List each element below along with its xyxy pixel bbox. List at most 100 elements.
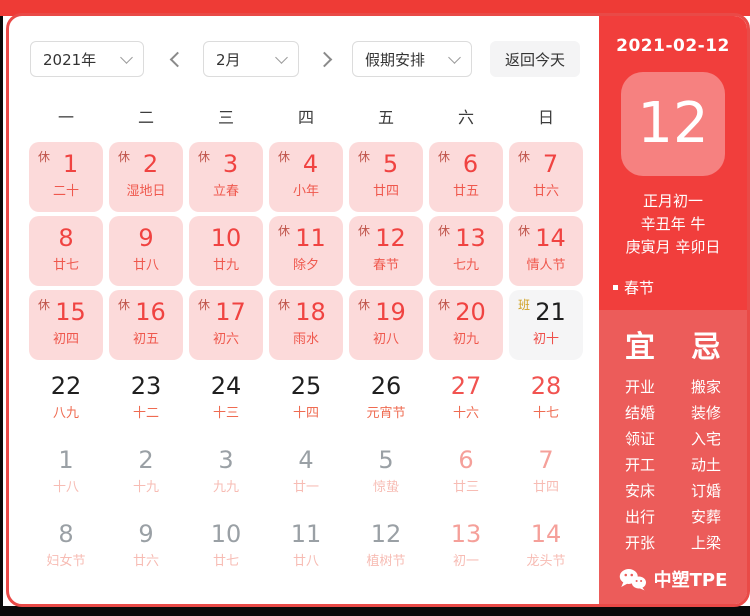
calendar-day-cell[interactable]: 22八九 (29, 364, 103, 434)
calendar-day-cell[interactable]: 3九九 (189, 438, 263, 508)
calendar-day-cell[interactable]: 休18雨水 (269, 290, 343, 360)
avoid-list: 搬家装修入宅动土订婚安葬上梁 (675, 374, 737, 556)
lunar-label: 廿三 (429, 476, 503, 495)
prev-month-button[interactable] (167, 41, 187, 77)
calendar-day-cell[interactable]: 休4小年 (269, 142, 343, 212)
weekday-label: 四 (269, 104, 343, 128)
holiday-schedule-select[interactable]: 假期安排 (352, 41, 472, 77)
calendar-day-cell[interactable]: 休17初六 (189, 290, 263, 360)
calendar-day-cell[interactable]: 休6廿五 (429, 142, 503, 212)
day-number: 26 (349, 373, 423, 399)
day-number: 14 (509, 521, 583, 547)
lunar-label: 二十 (29, 180, 103, 199)
calendar-day-cell[interactable]: 休2湿地日 (109, 142, 183, 212)
calendar-day-cell[interactable]: 4廿一 (269, 438, 343, 508)
rest-badge: 休 (198, 296, 210, 313)
workday-badge: 班 (518, 296, 530, 313)
calendar-day-cell[interactable]: 6 廿三 (429, 438, 503, 508)
lunar-label: 植树节 (349, 550, 423, 569)
calendar-day-cell[interactable]: 休12春节 (349, 216, 423, 286)
month-select-label: 2月 (216, 49, 241, 70)
calendar-day-cell[interactable]: 8廿七 (29, 216, 103, 286)
almanac-section: 宜 开业结婚领证开工安床出行开张 忌 搬家装修入宅动土订婚安葬上梁 (599, 310, 747, 604)
calendar-day-cell[interactable]: 26元宵节 (349, 364, 423, 434)
calendar-day-cell[interactable]: 7廿四 (509, 438, 583, 508)
suitable-item: 开业 (609, 374, 671, 400)
lunar-label: 廿八 (109, 254, 183, 273)
calendar-day-cell[interactable]: 11廿八 (269, 512, 343, 582)
chevron-down-icon (448, 51, 461, 64)
sidebar-date: 2021-02-12 (599, 36, 747, 56)
calendar-day-cell[interactable]: 休5廿四 (349, 142, 423, 212)
lunar-label: 十四 (269, 402, 343, 421)
calendar-day-cell[interactable]: 27十六 (429, 364, 503, 434)
avoid-item: 搬家 (675, 374, 737, 400)
lunar-label: 初六 (189, 328, 263, 347)
calendar-day-cell[interactable]: 28十七 (509, 364, 583, 434)
calendar-day-cell[interactable]: 休13七九 (429, 216, 503, 286)
calendar-day-cell[interactable]: 5惊蛰 (349, 438, 423, 508)
rest-badge: 休 (198, 148, 210, 165)
calendar-day-cell[interactable]: 休3立春 (189, 142, 263, 212)
calendar-day-cell[interactable]: 24十三 (189, 364, 263, 434)
lunar-label: 八九 (29, 402, 103, 421)
weekday-header-row: 一二三四五六日 (29, 104, 583, 128)
calendar-day-cell[interactable]: 休11除夕 (269, 216, 343, 286)
lunar-label: 廿七 (189, 550, 263, 569)
lunar-label: 初一 (429, 550, 503, 569)
lunar-label: 廿四 (349, 180, 423, 199)
suitable-item: 出行 (609, 504, 671, 530)
day-number: 6 (429, 447, 503, 473)
suitable-item: 开张 (609, 530, 671, 556)
brand-name: 中塑TPE (654, 566, 728, 592)
lunar-label: 妇女节 (29, 550, 103, 569)
rest-badge: 休 (278, 296, 290, 313)
weekday-label: 日 (509, 104, 583, 128)
calendar-day-cell[interactable]: 14龙头节 (509, 512, 583, 582)
calendar-day-cell[interactable]: 25十四 (269, 364, 343, 434)
back-to-today-button[interactable]: 返回今天 (490, 41, 580, 77)
lunar-label: 廿四 (509, 476, 583, 495)
calendar-card: 2021年 2月 假期安排 返回今天 一二三四五六日 休1二十休2湿地日 (6, 13, 750, 607)
suitable-item: 安床 (609, 478, 671, 504)
calendar-day-cell[interactable]: 休7廿六 (509, 142, 583, 212)
rest-badge: 休 (118, 296, 130, 313)
day-number: 27 (429, 373, 503, 399)
calendar-day-cell[interactable]: 13初一 (429, 512, 503, 582)
year-select[interactable]: 2021年 (30, 41, 144, 77)
calendar-day-cell[interactable]: 休16初五 (109, 290, 183, 360)
rest-badge: 休 (438, 296, 450, 313)
calendar-day-cell[interactable]: 8 妇女节 (29, 512, 103, 582)
calendar-day-cell[interactable]: 23十二 (109, 364, 183, 434)
avoid-item: 安葬 (675, 504, 737, 530)
day-number: 10 (189, 521, 263, 547)
month-select[interactable]: 2月 (203, 41, 299, 77)
weekday-label: 六 (429, 104, 503, 128)
calendar-day-cell[interactable]: 休15初四 (29, 290, 103, 360)
festival-row: 春节 (613, 277, 747, 298)
calendar-day-cell[interactable]: 休1二十 (29, 142, 103, 212)
calendar-day-cell[interactable]: 1十八 (29, 438, 103, 508)
rest-badge: 休 (438, 222, 450, 239)
calendar-day-cell[interactable]: 12植树节 (349, 512, 423, 582)
day-number: 8 (29, 521, 103, 547)
calendar-day-cell[interactable]: 休20初九 (429, 290, 503, 360)
calendar-day-cell[interactable]: 10廿九 (189, 216, 263, 286)
day-number: 8 (29, 225, 103, 251)
avoid-title: 忌 (675, 322, 737, 366)
sidebar-day-box: 12 (621, 72, 725, 176)
calendar-day-cell[interactable]: 班21初十 (509, 290, 583, 360)
suitable-item: 领证 (609, 426, 671, 452)
calendar-day-cell[interactable]: 2十九 (109, 438, 183, 508)
calendar-day-cell[interactable]: 10 廿七 (189, 512, 263, 582)
lunar-label: 十二 (109, 402, 183, 421)
lunar-label: 初九 (429, 328, 503, 347)
calendar-day-cell[interactable]: 9廿六 (109, 512, 183, 582)
calendar-day-cell[interactable]: 休14情人节 (509, 216, 583, 286)
calendar-day-cell[interactable]: 休19初八 (349, 290, 423, 360)
day-number: 1 (29, 447, 103, 473)
calendar-day-cell[interactable]: 9廿八 (109, 216, 183, 286)
lunar-label: 初四 (29, 328, 103, 347)
day-number: 9 (109, 521, 183, 547)
next-month-button[interactable] (314, 41, 334, 77)
